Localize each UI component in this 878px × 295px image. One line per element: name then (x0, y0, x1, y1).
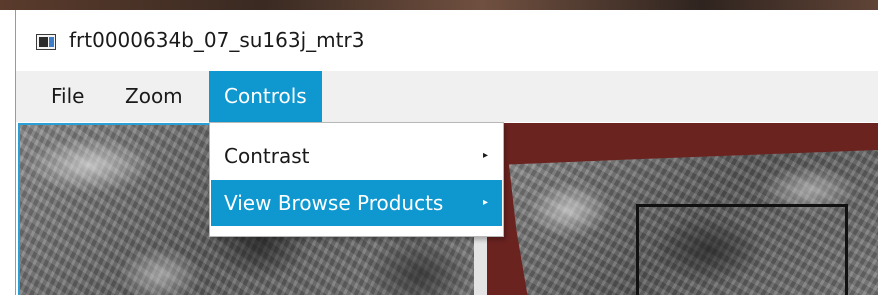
desktop-background-strip (0, 0, 878, 10)
controls-dropdown-menu: Contrast ▸ View Browse Products ▸ (209, 122, 504, 237)
menu-file[interactable]: File (34, 71, 101, 122)
menu-item-view-browse-products-label: View Browse Products (224, 191, 444, 215)
menu-zoom[interactable]: Zoom (108, 71, 200, 122)
chevron-right-icon: ▸ (482, 150, 488, 161)
title-bar: frt0000634b_07_su163j_mtr3 (16, 10, 878, 71)
menu-bar: File Zoom Controls (16, 71, 878, 122)
viewport-indicator-box[interactable] (636, 204, 848, 295)
image-viewer-app-icon (36, 34, 56, 50)
app-icon-blue-panel (49, 37, 54, 47)
menu-item-view-browse-products[interactable]: View Browse Products ▸ (211, 180, 502, 226)
chevron-right-icon: ▸ (482, 197, 488, 208)
app-icon-dark-panel (39, 37, 48, 47)
window-title: frt0000634b_07_su163j_mtr3 (69, 28, 365, 52)
overview-image-panel[interactable] (487, 123, 878, 295)
menu-item-contrast-label: Contrast (224, 144, 310, 168)
menu-item-contrast[interactable]: Contrast ▸ (211, 133, 502, 179)
menu-controls[interactable]: Controls (209, 71, 322, 122)
